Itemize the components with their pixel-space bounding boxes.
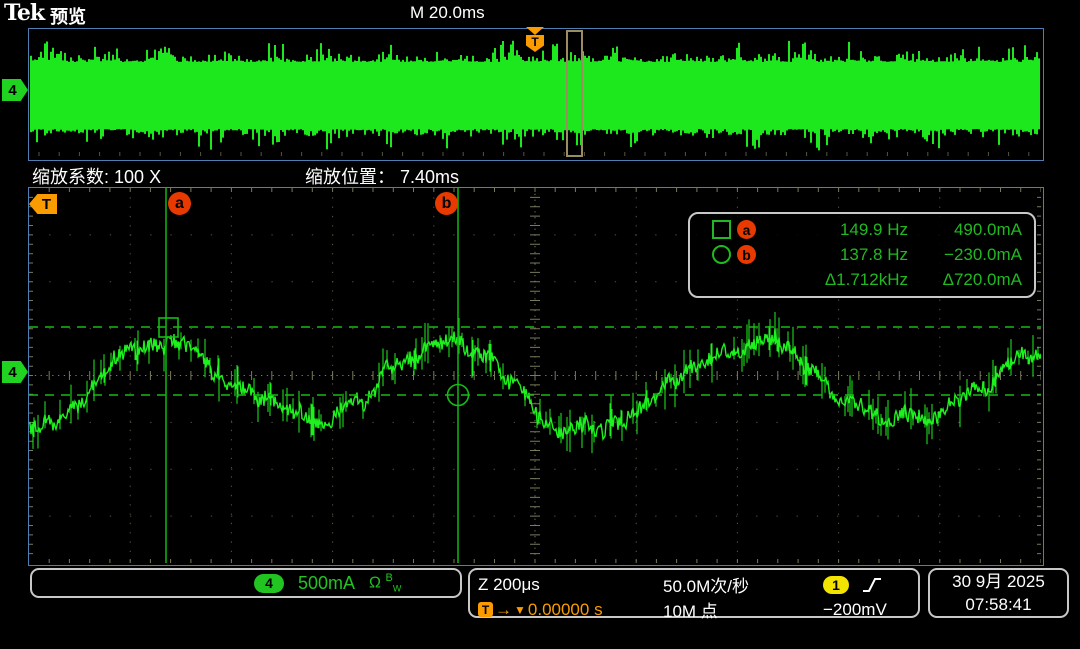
cursor-readout-box: a 149.9 Hz 490.0mA b 137.8 Hz −230.0mA Δ… <box>688 212 1036 298</box>
trigger-position-row: T→▼0.00000 s <box>478 600 663 620</box>
trigger-level-readout: −200mV <box>823 600 910 620</box>
record-length-readout: 10M 点 <box>663 597 823 622</box>
horizontal-trigger-box[interactable]: Z 200μs 50.0M次/秒 1 T→▼0.00000 s 10M 点 −2… <box>468 568 920 618</box>
rising-edge-slope-icon <box>861 576 883 594</box>
channel4-ground-marker[interactable]: 4 <box>2 361 28 383</box>
zoom-timebase-readout: Z 200μs <box>478 575 663 595</box>
cursor-b-icons: b <box>700 245 776 264</box>
cursor-b-frequency: 137.8 Hz <box>776 245 908 265</box>
zoom-position-value: 7.40ms <box>400 167 459 187</box>
trigger-pointer-icon-small: ▼ <box>514 603 526 617</box>
cursor-delta-amplitude: Δ720.0mA <box>908 270 1022 290</box>
trigger-pointer-icon <box>526 27 544 35</box>
cursor-b-amplitude: −230.0mA <box>908 245 1022 265</box>
acquisition-mode-label: 预览 <box>50 3 86 29</box>
cursor-a-frequency: 149.9 Hz <box>776 220 908 240</box>
ohm-coupling-icon: Ω <box>369 575 381 592</box>
tek-logo: Tek <box>4 0 44 26</box>
sample-rate-readout: 50.0M次/秒 <box>663 572 823 597</box>
main-timebase-readout: M 20.0ms <box>410 3 485 23</box>
trigger-position-icon[interactable]: T <box>526 27 544 53</box>
date-readout: 30 9月 2025 <box>952 570 1045 593</box>
trigger-t-box-icon: T <box>478 602 493 617</box>
datetime-box: 30 9月 2025 07:58:41 <box>928 568 1069 618</box>
trigger-t-icon: T <box>526 35 544 52</box>
cursor-a-amplitude: 490.0mA <box>908 220 1022 240</box>
trigger-source-badge: 1 <box>823 576 849 594</box>
cursor-a-square-icon <box>712 220 731 239</box>
trigger-arrow-icon: → <box>495 600 512 620</box>
zoom-factor-readout: 缩放系数: 100 X <box>32 163 161 189</box>
channel4-settings-box[interactable]: 4 500mA Ω BW <box>30 568 462 598</box>
cursor-a-icons: a <box>700 220 776 239</box>
bandwidth-limit-sub: W <box>393 584 402 594</box>
trigger-position-value: 0.00000 s <box>528 600 603 620</box>
cursor-delta-frequency: Δ1.712kHz <box>776 270 908 290</box>
cursor-b-badge[interactable]: b <box>435 192 458 215</box>
zoom-window-bracket[interactable] <box>566 30 583 157</box>
channel4-scale: 500mA <box>298 573 355 594</box>
trigger-source-row: 1 <box>823 576 910 594</box>
zoom-factor-label: 缩放系数: <box>32 167 109 187</box>
zoom-position-readout: 缩放位置： 7.40ms <box>305 163 459 189</box>
zoom-position-label: 缩放位置： <box>305 167 395 187</box>
channel4-overview-marker[interactable]: 4 <box>2 79 28 101</box>
channel4-coupling-bandwidth: Ω BW <box>369 572 401 594</box>
time-readout: 07:58:41 <box>965 593 1031 616</box>
bandwidth-limit-icon: B <box>385 572 392 584</box>
cursor-a-badge[interactable]: a <box>168 192 191 215</box>
channel4-badge: 4 <box>254 574 284 593</box>
zoom-factor-value: 100 X <box>114 167 161 187</box>
cursor-b-mini-badge: b <box>737 245 756 264</box>
cursor-b-circle-icon <box>712 245 731 264</box>
cursor-a-mini-badge: a <box>737 220 756 239</box>
